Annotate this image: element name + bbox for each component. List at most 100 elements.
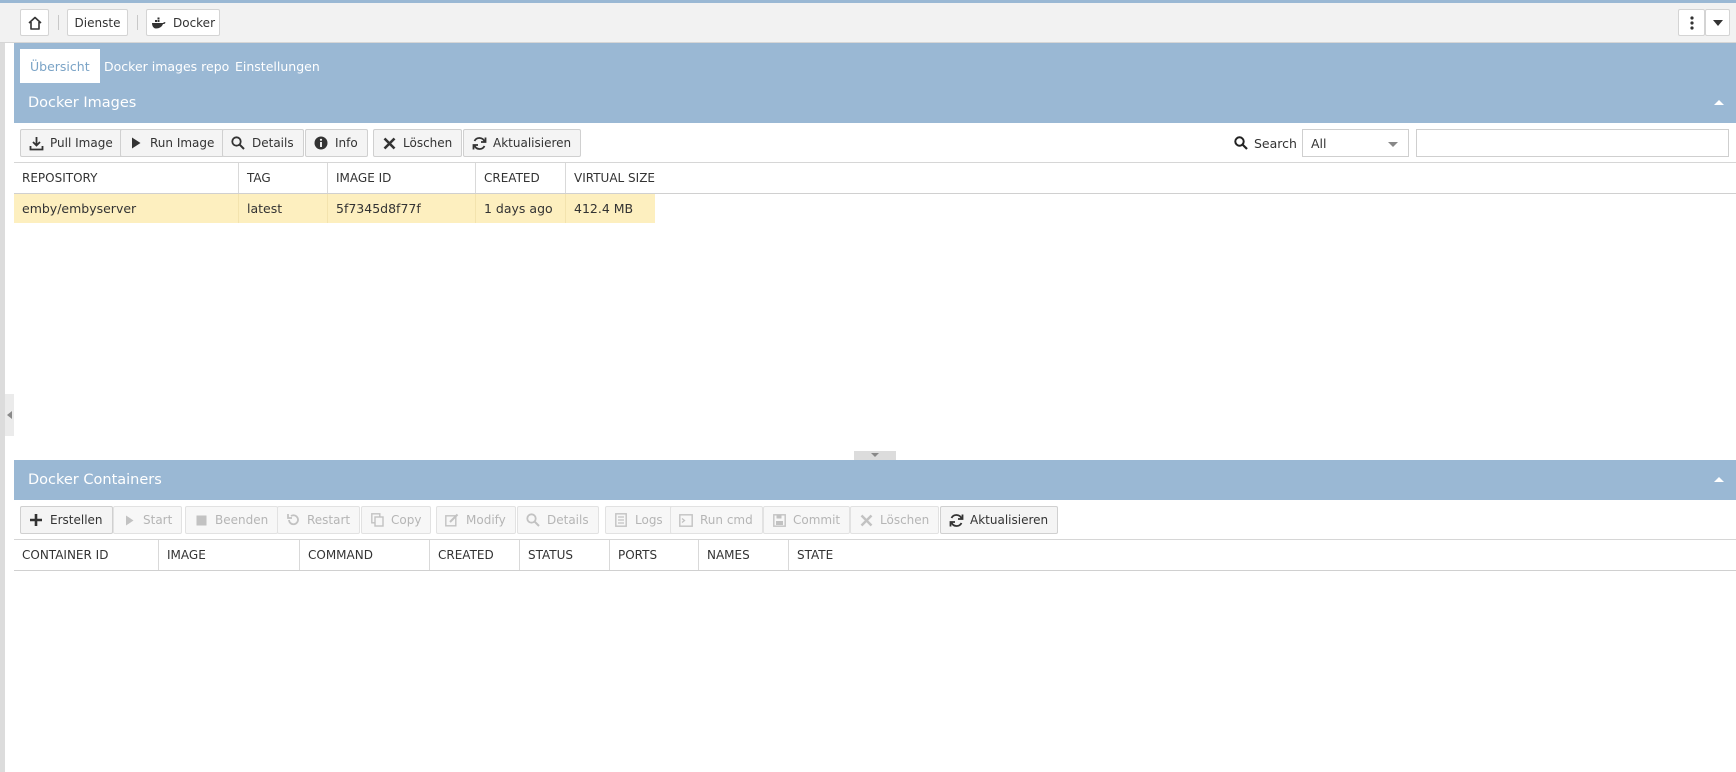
copy-button[interactable]: Copy [361,506,432,534]
button-label: Details [547,513,589,527]
chevron-left-icon [7,411,12,419]
breadcrumb-label: Dienste [74,15,121,30]
close-icon [858,512,874,528]
button-label: Logs [635,513,663,527]
copy-icon [369,512,385,528]
button-label: Run Image [150,136,215,150]
stop-icon [193,512,209,528]
search-scope-value: All [1311,135,1327,151]
delete-button[interactable]: Löschen [850,506,940,534]
run-cmd-button[interactable]: Run cmd [670,506,763,534]
button-label: Erstellen [50,513,103,527]
column-header-command[interactable]: COMMAND [300,540,430,570]
button-label: Run cmd [700,513,753,527]
create-button[interactable]: Erstellen [20,506,113,534]
sidebar-expand-handle[interactable] [5,394,14,436]
breadcrumb-dienste[interactable]: Dienste [67,9,128,36]
refresh-button[interactable]: Aktualisieren [463,129,582,157]
caret-down-icon [1712,19,1723,26]
table-row[interactable]: emby/embyserver latest 5f7345d8f77f 1 da… [14,194,655,223]
tab-uebersicht[interactable]: Übersicht [20,49,100,83]
info-icon [313,135,329,151]
column-header-tag[interactable]: TAG [239,163,328,193]
details-button[interactable]: Details [222,129,304,157]
button-label: Restart [307,513,351,527]
breadcrumb-label: Docker [172,15,216,30]
button-label: Löschen [880,513,930,527]
breadcrumb-docker[interactable]: Docker [146,9,220,36]
button-label: Details [252,136,294,150]
collapse-icon[interactable] [1714,100,1724,105]
search-icon [1234,136,1248,150]
images-toolbar: Pull Image Run Image Details Info Lösche… [14,123,1736,163]
images-panel-title: Docker Images [28,95,137,111]
cell-image-id: 5f7345d8f77f [328,194,476,223]
button-label: Info [335,136,358,150]
play-icon [128,135,144,151]
containers-panel-title: Docker Containers [28,472,162,488]
images-panel-header: Docker Images [14,83,1736,123]
column-header-virtual-size[interactable]: VIRTUAL SIZE [566,163,656,193]
panel-splitter[interactable] [14,451,1736,460]
column-header-status[interactable]: STATUS [520,540,610,570]
modify-button[interactable]: Modify [436,506,516,534]
top-bar: Dienste Docker [0,3,1736,43]
refresh-icon [948,512,964,528]
column-header-names[interactable]: NAMES [699,540,789,570]
column-header-state[interactable]: STATE [789,540,879,570]
search-scope-select[interactable]: All [1302,129,1409,157]
column-header-container-id[interactable]: CONTAINER ID [14,540,159,570]
close-icon [381,135,397,151]
cell-virtual-size: 412.4 MB [566,194,655,223]
containers-grid-header: CONTAINER ID IMAGE COMMAND CREATED STATU… [14,540,1736,571]
pull-image-button[interactable]: Pull Image [20,129,123,157]
button-label: Start [143,513,173,527]
button-label: Löschen [403,136,453,150]
tab-strip: Übersicht Docker images repo Einstellung… [14,43,1736,83]
cell-repository: emby/embyserver [14,194,239,223]
button-label: Commit [793,513,841,527]
button-label: Aktualisieren [970,513,1049,527]
button-label: Aktualisieren [493,136,572,150]
info-button[interactable]: Info [305,129,368,157]
plus-icon [28,512,44,528]
undo-icon [285,512,301,528]
splitter-grip[interactable] [854,451,896,460]
home-button[interactable] [20,9,49,36]
search-label: Search [1234,129,1297,157]
details-button[interactable]: Details [517,506,599,534]
search-icon [230,135,246,151]
column-header-image-id[interactable]: IMAGE ID [328,163,476,193]
column-header-repository[interactable]: REPOSITORY [14,163,239,193]
commit-button[interactable]: Commit [763,506,851,534]
logs-button[interactable]: Logs [605,506,673,534]
edit-icon [444,512,460,528]
logs-icon [613,512,629,528]
chevron-down-icon [1388,142,1398,147]
button-label: Beenden [215,513,269,527]
dropdown-button[interactable] [1705,9,1730,36]
delete-button[interactable]: Löschen [373,129,463,157]
stop-button[interactable]: Beenden [185,506,279,534]
search-input[interactable] [1416,129,1729,157]
containers-toolbar: Erstellen Start Beenden Restart Copy Mod… [14,500,1736,540]
chevron-down-icon [871,453,879,457]
restart-button[interactable]: Restart [277,506,361,534]
tab-docker-images-repo[interactable]: Docker images repo [94,49,239,83]
menu-button[interactable] [1678,9,1705,36]
search-label-text: Search [1254,135,1297,151]
button-label: Modify [466,513,506,527]
vertical-dots-icon [1689,15,1694,30]
column-header-created[interactable]: CREATED [476,163,566,193]
column-header-created[interactable]: CREATED [430,540,520,570]
tab-einstellungen[interactable]: Einstellungen [225,49,330,83]
collapse-icon[interactable] [1714,477,1724,482]
docker-icon [151,17,166,29]
start-button[interactable]: Start [113,506,183,534]
refresh-button[interactable]: Aktualisieren [940,506,1059,534]
containers-panel-header: Docker Containers [14,460,1736,500]
column-header-image[interactable]: IMAGE [159,540,300,570]
run-image-button[interactable]: Run Image [120,129,225,157]
column-header-ports[interactable]: PORTS [610,540,699,570]
search-icon [525,512,541,528]
